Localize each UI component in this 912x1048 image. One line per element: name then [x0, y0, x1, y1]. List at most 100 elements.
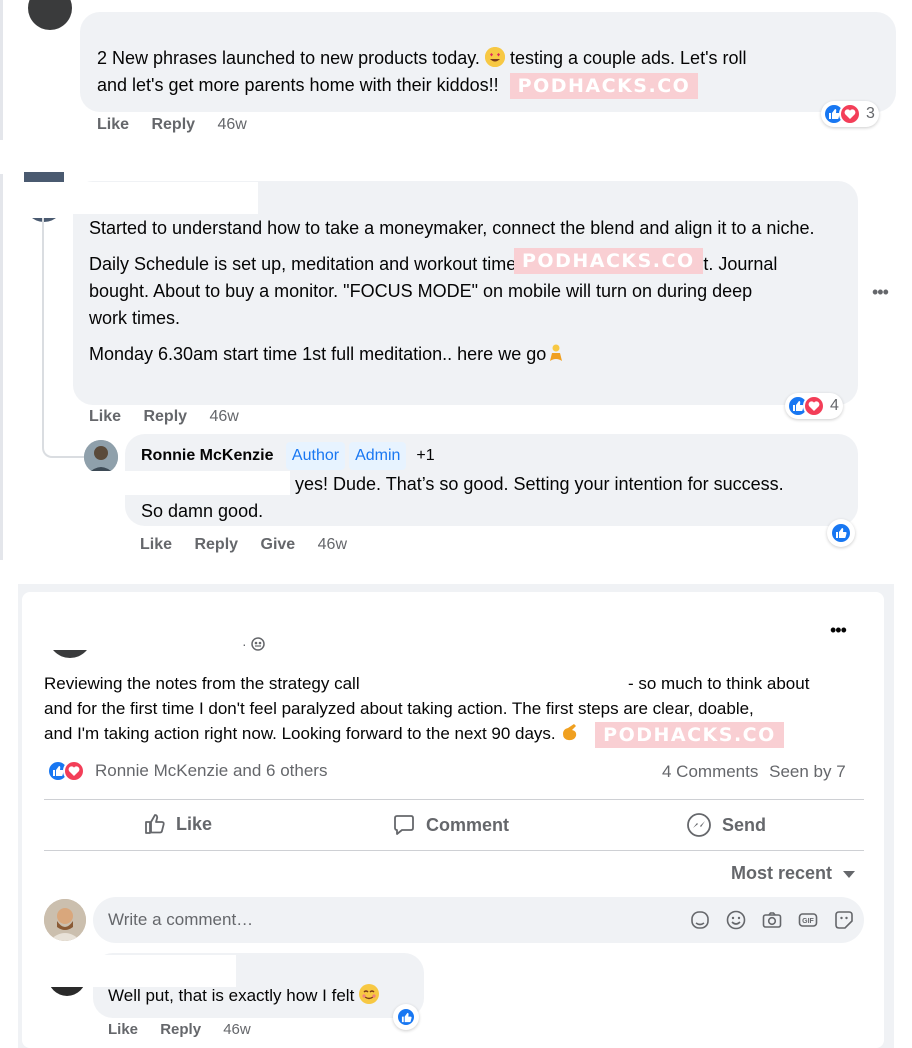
comment-text-row2: and let's get more parents home with the… — [97, 72, 896, 100]
avatar-sticker-icon[interactable] — [689, 909, 711, 931]
comment-icon — [394, 815, 414, 835]
comment-actions: Like Reply 46w — [97, 116, 265, 134]
reaction-like-badge[interactable] — [827, 519, 855, 547]
send-label: Send — [722, 814, 767, 835]
reply-actions: Like Reply Give 46w — [140, 536, 365, 554]
emoji-icon[interactable] — [725, 909, 747, 931]
reply-button[interactable]: Reply — [194, 536, 238, 553]
comment-section-2: Started to understand how to take a mone… — [0, 172, 912, 560]
timestamp[interactable]: 46w — [218, 116, 247, 133]
divider — [44, 799, 864, 800]
like-button[interactable]: Like — [97, 116, 129, 133]
messenger-icon — [687, 813, 711, 837]
post-like-button[interactable]: Like — [144, 813, 212, 835]
reply-button[interactable]: Reply — [160, 1021, 201, 1038]
sort-label: Most recent — [731, 863, 833, 883]
post-body-line2: and for the first time I don't feel para… — [44, 699, 754, 718]
author-badge: Author — [285, 442, 346, 470]
comment-text: 2 New phrases launched to new products t… — [97, 45, 896, 72]
reaction-like-badge[interactable] — [393, 1004, 419, 1030]
like-icon — [830, 522, 852, 544]
reply-button[interactable]: Reply — [151, 116, 195, 133]
like-icon — [396, 1007, 416, 1027]
left-border — [0, 174, 3, 560]
comment-label: Comment — [426, 814, 510, 835]
like-button[interactable]: Like — [140, 536, 172, 553]
post-body-line3: and I'm taking action right now. Looking… — [44, 724, 556, 743]
reply-text-line1: yes! Dude. That’s so good. Setting your … — [295, 474, 784, 494]
watermark: PODHACKS.CO — [509, 73, 699, 100]
more-options-icon[interactable]: ••• — [872, 282, 889, 303]
thumbs-up-icon — [145, 814, 165, 834]
call-me-hand-emoji-icon — [560, 722, 580, 742]
post-comment-button[interactable]: Comment — [392, 813, 509, 837]
post-body-line1a: Reviewing the notes from the strategy ca… — [44, 674, 360, 693]
post-more-options-icon[interactable]: ••• — [830, 620, 847, 641]
like-button[interactable]: Like — [89, 408, 121, 425]
sort-dropdown[interactable]: Most recent — [731, 863, 856, 884]
sticker-icon[interactable] — [833, 909, 855, 931]
comment-para-3: Monday 6.30am start time 1st full medita… — [89, 344, 547, 364]
more-badges[interactable]: +1 — [410, 442, 441, 470]
avatar[interactable] — [28, 0, 72, 30]
comment-input-placeholder: Write a comment… — [108, 910, 254, 929]
reaction-count: 3 — [866, 105, 875, 122]
love-icon — [839, 103, 861, 125]
love-icon — [63, 760, 85, 782]
admin-badge: Admin — [349, 442, 407, 470]
comment-input-tools: GIF — [689, 909, 855, 931]
latest-comment-text: Well put, that is exactly how I felt — [108, 986, 355, 1005]
audience-globe-icon[interactable]: · — [242, 636, 265, 652]
post-body-line1b: - so much to think about — [628, 674, 810, 693]
watermark: PODHACKS.CO — [595, 721, 784, 748]
comment-para-3-row: Monday 6.30am start time 1st full medita… — [89, 341, 842, 368]
redacted-name — [40, 955, 236, 987]
gif-icon[interactable]: GIF — [797, 909, 819, 931]
timestamp[interactable]: 46w — [318, 536, 347, 553]
like-button[interactable]: Like — [108, 1021, 138, 1038]
reactions-text[interactable]: Ronnie McKenzie and 6 others — [95, 761, 327, 781]
left-border — [0, 0, 3, 140]
redacted-mention — [50, 471, 290, 495]
caret-down-icon — [843, 870, 856, 878]
relieved-face-emoji-icon — [359, 984, 380, 1004]
comment-input-box[interactable]: Write a comment… GIF — [93, 897, 864, 943]
reaction-count: 4 — [830, 397, 839, 414]
comments-count[interactable]: 4 Comments — [662, 762, 758, 781]
post-body: Reviewing the notes from the strategy ca… — [44, 671, 864, 748]
redacted-name — [18, 182, 258, 214]
divider — [44, 850, 864, 851]
comment-text-line1: 2 New phrases launched to new products t… — [97, 48, 480, 68]
timestamp[interactable]: 46w — [223, 1021, 251, 1038]
redacted-author — [40, 604, 236, 650]
comment-text-line2: and let's get more parents home with the… — [97, 75, 499, 95]
give-button[interactable]: Give — [261, 536, 296, 553]
reply-button[interactable]: Reply — [143, 408, 187, 425]
comment-bubble: 2 New phrases launched to new products t… — [80, 12, 896, 112]
post-card: · ••• Reviewing the notes from the strat… — [22, 592, 884, 1048]
comment-section-1: 2 New phrases launched to new products t… — [0, 0, 912, 140]
reply-author[interactable]: Ronnie McKenzie — [141, 447, 273, 464]
heart-eyes-emoji-icon — [484, 47, 505, 67]
reaction-summary[interactable]: 3 — [821, 101, 879, 127]
love-icon — [803, 395, 825, 417]
post-send-button[interactable]: Send — [686, 812, 766, 838]
seen-by[interactable]: Seen by 7 — [769, 762, 846, 781]
like-label: Like — [176, 813, 213, 834]
post-reactions-row[interactable]: Ronnie McKenzie and 6 others — [47, 760, 327, 782]
svg-text:GIF: GIF — [802, 918, 814, 925]
reply-header: Ronnie McKenzie Author Admin +1 — [141, 442, 858, 470]
camera-icon[interactable] — [761, 909, 783, 931]
post-body-row1: Reviewing the notes from the strategy ca… — [44, 671, 864, 696]
post-body-row3: and I'm taking action right now. Looking… — [44, 721, 864, 748]
meditating-person-emoji-icon — [546, 343, 566, 363]
reaction-summary[interactable]: 4 — [785, 393, 843, 419]
comment-text-line1b: testing a couple ads. Let's roll — [509, 48, 747, 68]
post-stats: 4 Comments Seen by 7 — [662, 762, 846, 782]
watermark: PODHACKS.CO — [514, 248, 703, 274]
timestamp[interactable]: 46w — [210, 408, 239, 425]
comment-bubble: Started to understand how to take a mone… — [73, 181, 858, 405]
reply-avatar[interactable] — [84, 440, 118, 474]
current-user-avatar[interactable] — [44, 899, 86, 941]
latest-comment-actions: Like Reply 46w — [108, 1021, 269, 1038]
